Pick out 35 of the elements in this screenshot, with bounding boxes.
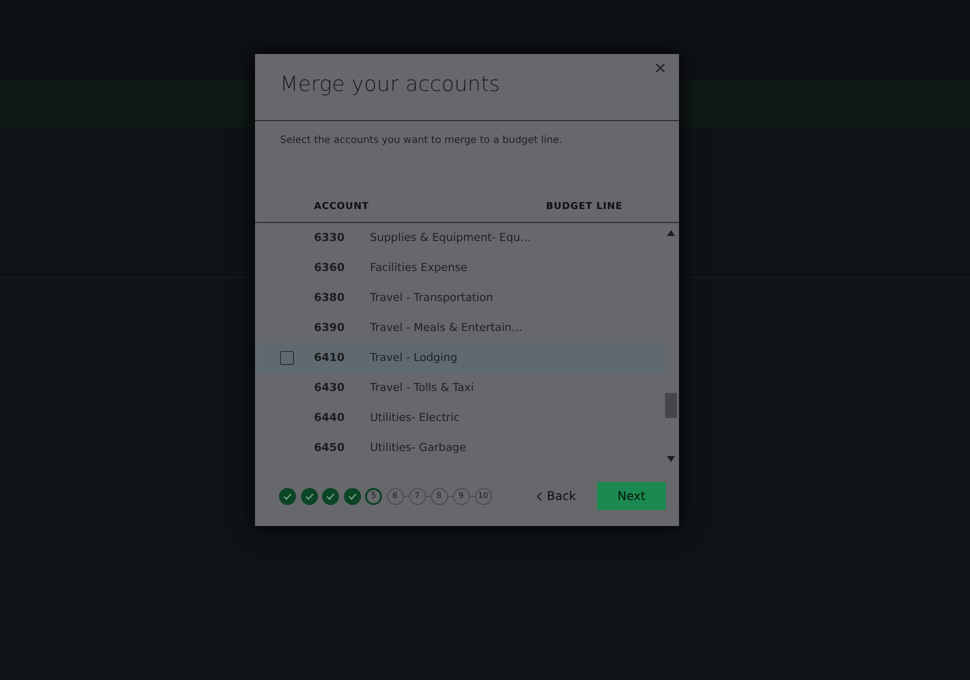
close-button[interactable]: × [652,60,669,76]
column-header: BUDGET LINE [546,200,622,214]
step-indicator: 9 [452,488,470,504]
back-button[interactable]: Back [536,487,576,505]
account-number: 6390 [314,320,346,336]
account-number: 6450 [314,440,346,456]
step-indicator: 10 [474,488,492,504]
scroll-up-icon[interactable] [667,230,675,236]
account-number: 6330 [314,230,346,246]
account-name: Supplies & Equipment- Equ… [370,230,532,246]
account-number: 6380 [314,290,346,306]
account-name: Utilities- Garbage [370,440,466,456]
account-name: Utilities- Electric [370,410,460,426]
chevron-left-icon [536,492,542,500]
next-button[interactable]: Next [597,482,666,510]
account-name: Facilities Expense [370,260,468,276]
account-row[interactable]: 6410 Travel - Lodging [255,343,665,373]
account-number: 6430 [314,380,346,396]
dialog-description: Select the accounts you want to merge to a budget line. [279,134,564,148]
scrollbar-thumb[interactable] [665,393,677,418]
account-number: 6410 [314,350,346,366]
account-name: Travel - Lodging [370,350,458,366]
account-number: 6360 [314,260,346,276]
step-indicator: 7 [408,488,426,504]
scroll-down-icon[interactable] [667,456,675,462]
step-indicator: 8 [430,488,448,504]
account-name: Travel - Transportation [370,290,494,306]
account-name: Travel - Meals & Entertain… [370,320,523,336]
step-indicator: 6 [386,488,404,504]
checkbox[interactable] [280,351,294,365]
account-number: 6440 [314,410,346,426]
step-indicator: 5 [365,488,382,504]
column-header: ACCOUNT [314,200,370,214]
account-name: Travel - Tolls & Taxi [370,380,474,396]
dialog-title: Merge your accounts [280,72,501,98]
